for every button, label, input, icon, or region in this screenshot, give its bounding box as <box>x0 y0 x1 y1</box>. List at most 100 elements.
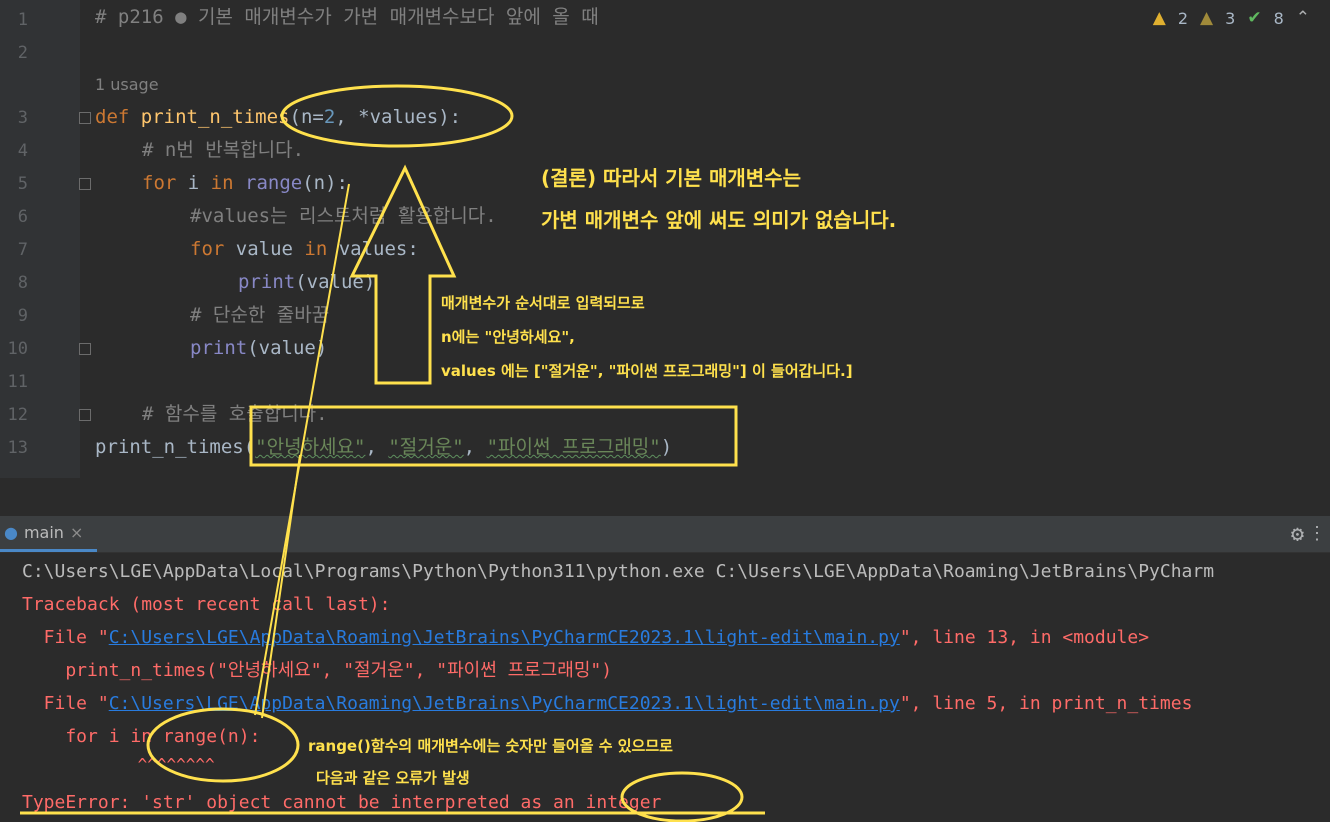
code-text: , <box>365 436 389 458</box>
chevron-up-icon[interactable]: ⌃ <box>1296 8 1310 28</box>
annotation-range-1: range()함수의 매개변수에는 숫자만 들어올 수 있으므로 <box>308 737 673 755</box>
line-number: 11 <box>7 372 28 392</box>
code-text: ) <box>660 436 673 458</box>
run-console[interactable]: C:\Users\LGE\AppData\Local\Programs\Pyth… <box>0 553 1330 822</box>
fold-marker[interactable] <box>79 178 91 190</box>
keyword: def <box>95 106 130 128</box>
panel-separator[interactable] <box>0 478 1330 516</box>
string-literal: "절거운" <box>388 436 464 458</box>
annotation-range-2: 다음과 같은 오류가 발생 <box>316 769 470 787</box>
line-number: 8 <box>17 273 28 293</box>
annotation-order-1: 매개변수가 순서대로 입력되므로 <box>441 294 645 312</box>
code-editor[interactable]: 1 2 3 4 5 6 7 8 9 10 11 12 13 ▲ 2 ▲ 3 ✔ … <box>0 0 1330 478</box>
line-number: 1 <box>17 10 28 30</box>
code-line-13[interactable]: print_n_times("안녕하세요", "절거운", "파이썬 프로그래밍… <box>95 435 672 459</box>
code-line-5[interactable]: for i in range(n): <box>142 171 348 195</box>
code-text: i <box>176 172 211 194</box>
line-number: 5 <box>17 174 28 194</box>
typo-count: 8 <box>1273 8 1284 28</box>
line-number: 10 <box>7 339 28 359</box>
code-text: (n= <box>289 106 324 128</box>
code-text: , *values): <box>335 106 462 128</box>
console-line-file-2: File "C:\Users\LGE\AppData\Roaming\JetBr… <box>22 692 1193 716</box>
inspection-widget[interactable]: ▲ 2 ▲ 3 ✔ 8 ⌃ <box>1153 8 1310 28</box>
line-number-gutter: 1 2 3 4 5 6 7 8 9 10 11 12 13 <box>0 0 80 478</box>
warning-icon: ▲ <box>1152 8 1166 28</box>
file-link[interactable]: C:\Users\LGE\AppData\Roaming\JetBrains\P… <box>109 627 900 648</box>
code-line-7[interactable]: for value in values: <box>190 237 419 261</box>
number-literal: 2 <box>323 106 336 128</box>
console-line-carets: ^^^^^^^^ <box>22 755 215 774</box>
fold-marker[interactable] <box>79 112 91 124</box>
line-number: 2 <box>17 43 28 63</box>
annotation-order-2: n에는 "안녕하세요", <box>441 328 575 346</box>
run-tool-window-header: ● main × ⋮ <box>0 516 1330 553</box>
console-line-command: C:\Users\LGE\AppData\Local\Programs\Pyth… <box>22 561 1215 582</box>
builtin-name: range <box>245 172 303 194</box>
console-text: File " <box>22 627 109 648</box>
comment-text: # 함수를 호출합니다. <box>142 403 328 425</box>
file-link[interactable]: C:\Users\LGE\AppData\Roaming\JetBrains\P… <box>109 693 900 714</box>
code-line-12[interactable]: # 함수를 호출합니다. <box>142 402 328 426</box>
comment-text: # p216 ● 기본 매개변수가 가변 매개변수보다 앞에 올 때 <box>95 6 599 28</box>
typo-check-icon: ✔ <box>1247 8 1262 28</box>
console-line-error: TypeError: 'str' object cannot be interp… <box>22 792 662 813</box>
console-text: File " <box>22 693 109 714</box>
keyword: for <box>190 238 225 260</box>
code-line-6[interactable]: #values는 리스트처럼 활용합니다. <box>190 204 497 228</box>
line-number: 9 <box>17 306 28 326</box>
console-line-traceback: Traceback (most recent call last): <box>22 594 391 615</box>
annotation-order-3: values 에는 ["절거운", "파이썬 프로그래밍"] 이 들어갑니다.] <box>441 362 853 380</box>
weak-warning-count: 3 <box>1225 8 1236 28</box>
close-icon[interactable]: × <box>70 523 83 542</box>
code-line-3[interactable]: def print_n_times(n=2, *values): <box>95 105 461 129</box>
code-text: (value) <box>247 337 328 359</box>
annotation-conclusion-1: (결론) 따라서 기본 매개변수는 <box>541 166 801 190</box>
gear-icon[interactable]: ⚙ <box>1291 522 1304 547</box>
console-line-code-2: for i in range(n): <box>22 726 261 747</box>
line-number: 3 <box>17 108 28 128</box>
line-number: 7 <box>17 240 28 260</box>
keyword: for <box>142 172 177 194</box>
string-literal: "파이썬 프로그래밍" <box>486 436 661 458</box>
annotation-conclusion-2: 가변 매개변수 앞에 써도 의미가 없습니다. <box>541 208 897 232</box>
builtin-name: print <box>238 271 296 293</box>
builtin-name: print <box>190 337 248 359</box>
line-number: 4 <box>17 141 28 161</box>
keyword: in <box>304 238 328 260</box>
code-line-1[interactable]: # p216 ● 기본 매개변수가 가변 매개변수보다 앞에 올 때 <box>95 5 599 29</box>
code-line-10[interactable]: print(value) <box>190 336 327 360</box>
fold-marker[interactable] <box>79 409 91 421</box>
code-line-8[interactable]: print(value) <box>238 270 375 294</box>
code-text: ( <box>243 436 256 458</box>
code-line-9[interactable]: # 단순한 줄바꿈 <box>190 303 329 327</box>
run-tab-label: main <box>23 523 64 542</box>
line-number: 6 <box>17 207 28 227</box>
fold-marker[interactable] <box>79 343 91 355</box>
console-line-code-1: print_n_times("안녕하세요", "절거운", "파이썬 프로그래밍… <box>22 660 613 681</box>
function-call: print_n_times <box>95 436 244 458</box>
function-name: print_n_times <box>140 106 290 128</box>
comment-text: # n번 반복합니다. <box>142 139 305 161</box>
code-line-4[interactable]: # n번 반복합니다. <box>142 138 304 162</box>
run-tab-main[interactable]: ● main × <box>0 516 98 552</box>
code-text: values: <box>327 238 419 260</box>
code-text: value <box>224 238 305 260</box>
code-text: (n): <box>302 172 348 194</box>
code-text: (value) <box>295 271 376 293</box>
comment-text: # 단순한 줄바꿈 <box>190 304 330 326</box>
more-options-icon[interactable]: ⋮ <box>1308 523 1326 544</box>
comment-text: #values는 리스트처럼 활용합니다. <box>190 205 497 227</box>
string-literal: "안녕하세요" <box>255 436 366 458</box>
weak-warning-icon: ▲ <box>1200 8 1214 28</box>
line-number: 13 <box>7 438 28 458</box>
console-text: ", line 13, in <module> <box>899 627 1150 648</box>
python-icon: ● <box>4 523 18 542</box>
console-text: ", line 5, in print_n_times <box>899 693 1193 714</box>
warning-count: 2 <box>1177 8 1189 28</box>
code-text: , <box>463 436 487 458</box>
keyword: in <box>210 172 234 194</box>
line-number: 12 <box>7 405 28 425</box>
console-line-file-1: File "C:\Users\LGE\AppData\Roaming\JetBr… <box>22 626 1149 650</box>
usage-hint[interactable]: 1 usage <box>95 75 159 94</box>
